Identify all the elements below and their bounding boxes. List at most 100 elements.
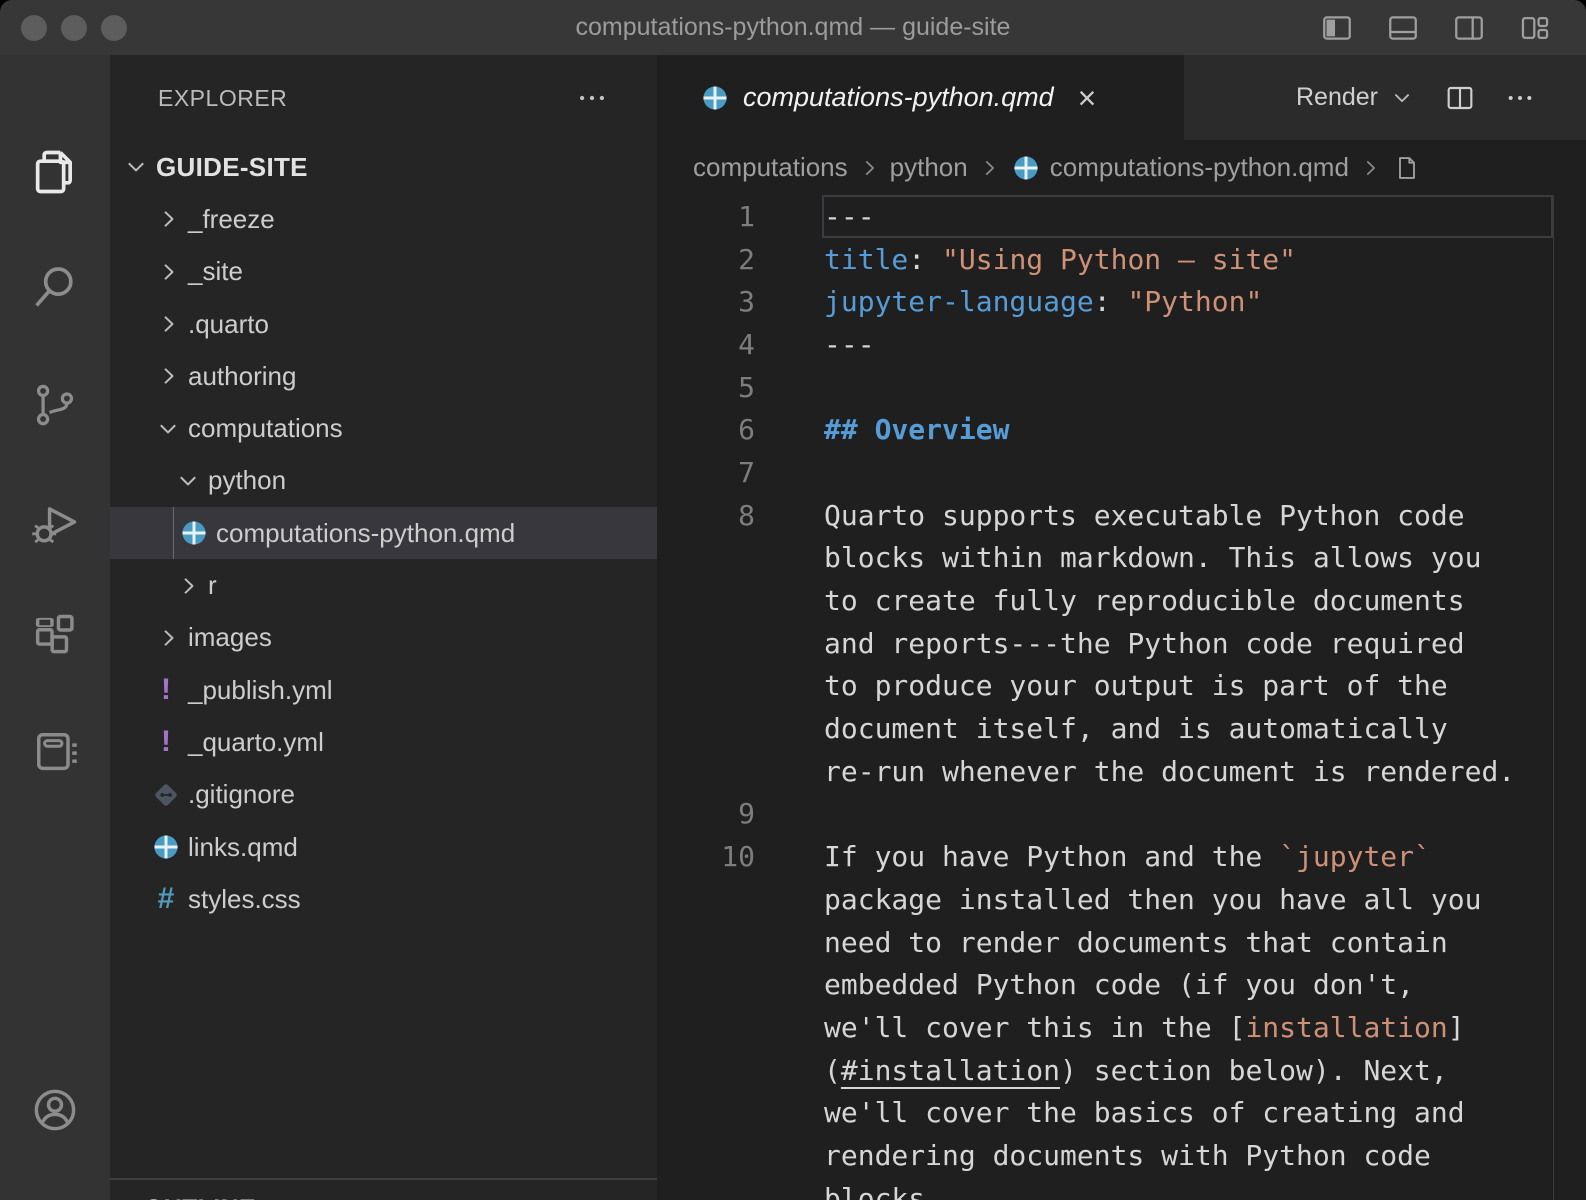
code-line-row[interactable]: 10If you have Python and the `jupyter` [657,835,1586,878]
code-line-row[interactable]: 7 [657,451,1586,494]
current-line-highlight [822,195,1553,238]
code-line-row[interactable]: blocks within markdown. This allows you [657,537,1586,580]
code-line-row[interactable]: 8Quarto supports executable Python code [657,494,1586,537]
code-line-row[interactable]: package installed then you have all you [657,878,1586,921]
chevron-right-icon[interactable] [154,362,182,390]
tree-item-images[interactable]: images [110,612,657,664]
tree-item--quarto-yml[interactable]: !_quarto.yml [110,716,657,768]
breadcrumb-item-python[interactable]: python [890,152,968,183]
titlebar-layout-icons [1320,0,1552,55]
layout-sidebar-right-icon[interactable] [1452,11,1486,45]
tree-item-computations[interactable]: computations [110,402,657,454]
tree-item-label: computations-python.qmd [216,518,515,549]
tree-item-r[interactable]: r [110,559,657,611]
tab-label: computations-python.qmd [743,82,1054,113]
activity-search[interactable] [29,261,81,313]
tree-item-label: GUIDE-SITE [156,152,308,183]
layout-customize-icon[interactable] [1518,11,1552,45]
activity-run-debug[interactable] [29,497,81,549]
code-editor[interactable]: 1---2title: "Using Python – site"3jupyte… [657,195,1586,1200]
git-icon [150,778,182,812]
render-button[interactable]: Render [1296,83,1416,112]
code-line-row[interactable]: we'll cover this in the [installation] [657,1006,1586,1049]
chevron-right-icon [1359,157,1381,179]
code-line-row[interactable]: re-run whenever the document is rendered… [657,750,1586,793]
tree-item-authoring[interactable]: authoring [110,350,657,402]
activity-extensions[interactable] [29,607,81,659]
tree-item-python[interactable]: python [110,455,657,507]
chevron-right-icon [858,157,880,179]
chevron-down-icon[interactable] [174,467,202,495]
breadcrumb-item-computations-python-qmd[interactable]: computations-python.qmd [1010,151,1349,185]
line-number: 9 [657,797,755,830]
chevron-down-icon[interactable] [154,415,182,443]
chevron-down-icon[interactable] [122,153,150,181]
file-icon [1391,151,1423,185]
activity-account[interactable] [29,1084,81,1136]
code-line-row[interactable]: rendering documents with Python code [657,1134,1586,1177]
code-line-row[interactable]: to produce your output is part of the [657,665,1586,708]
tree-item--quarto[interactable]: .quarto [110,298,657,350]
code-line-row[interactable]: 2title: "Using Python – site" [657,238,1586,281]
chevron-right-icon[interactable] [154,205,182,233]
tree-item--freeze[interactable]: _freeze [110,193,657,245]
tree-item--gitignore[interactable]: .gitignore [110,769,657,821]
code-line-row[interactable]: need to render documents that contain [657,921,1586,964]
line-number: 5 [657,371,755,404]
activity-notebook[interactable] [29,725,81,777]
code-line-row[interactable]: 6## Overview [657,408,1586,451]
outline-section-header[interactable]: OUTLINE [110,1183,657,1200]
breadcrumb-item-symbol[interactable] [1391,151,1431,185]
tree-item-styles-css[interactable]: #styles.css [110,873,657,925]
line-number: 6 [657,413,755,446]
close-icon[interactable]: × [1078,82,1097,114]
split-editor-icon[interactable] [1444,82,1476,114]
yaml-icon: ! [150,673,182,707]
chevron-right-icon[interactable] [174,572,202,600]
breadcrumb-item-computations[interactable]: computations [693,152,848,183]
code-line-row[interactable]: blocks [657,1177,1586,1200]
tree-item-label: links.qmd [188,832,298,863]
code-line-row[interactable]: 3jupyter-language: "Python" [657,280,1586,323]
tree-item-computations-python-qmd[interactable]: computations-python.qmd [110,507,657,559]
yaml-icon: ! [150,725,182,759]
code-line-row[interactable]: 4--- [657,323,1586,366]
code-line-row[interactable]: to create fully reproducible documents [657,579,1586,622]
explorer-actions-button[interactable] [575,81,609,120]
tree-item-label: .quarto [188,309,269,340]
tree-item-label: python [208,465,286,496]
chevron-right-icon[interactable] [154,624,182,652]
outline-divider [110,1178,657,1180]
tree-item--site[interactable]: _site [110,246,657,298]
line-number: 1 [657,200,755,233]
activity-source-control[interactable] [29,379,81,431]
quarto-icon [1010,151,1042,185]
line-number: 10 [657,840,755,873]
line-number: 3 [657,285,755,318]
more-actions-icon[interactable] [1504,82,1536,114]
tree-item--publish-yml[interactable]: !_publish.yml [110,664,657,716]
chevron-right-icon[interactable] [154,258,182,286]
code-line-row[interactable]: 5 [657,366,1586,409]
line-number: 7 [657,456,755,489]
code-line-row[interactable]: 9 [657,793,1586,836]
code-line-row[interactable]: (#installation) section below). Next, [657,1049,1586,1092]
layout-sidebar-left-icon[interactable] [1320,11,1354,45]
tree-item-links-qmd[interactable]: links.qmd [110,821,657,873]
chevron-down-icon [1388,84,1416,112]
tree-item-label: authoring [188,361,296,392]
layout-panel-icon[interactable] [1386,11,1420,45]
editor-group: computations-python.qmd × Render computa… [657,55,1586,1200]
code-line-row[interactable]: document itself, and is automatically [657,707,1586,750]
vscode-window: computations-python.qmd — guide-site EXP… [0,0,1586,1200]
tab-computations-python[interactable]: computations-python.qmd × [657,55,1184,140]
activity-explorer[interactable] [29,146,81,198]
chevron-right-icon[interactable] [154,310,182,338]
code-line-row[interactable]: we'll cover the basics of creating and [657,1091,1586,1134]
tree-item-label: _site [188,256,243,287]
tree-item-guide-site[interactable]: GUIDE-SITE [110,141,657,193]
code-line-row[interactable]: and reports---the Python code required [657,622,1586,665]
code-line-row[interactable]: 1--- [657,195,1586,238]
code-line-row[interactable]: embedded Python code (if you don't, [657,963,1586,1006]
chevron-right-icon [978,157,1000,179]
